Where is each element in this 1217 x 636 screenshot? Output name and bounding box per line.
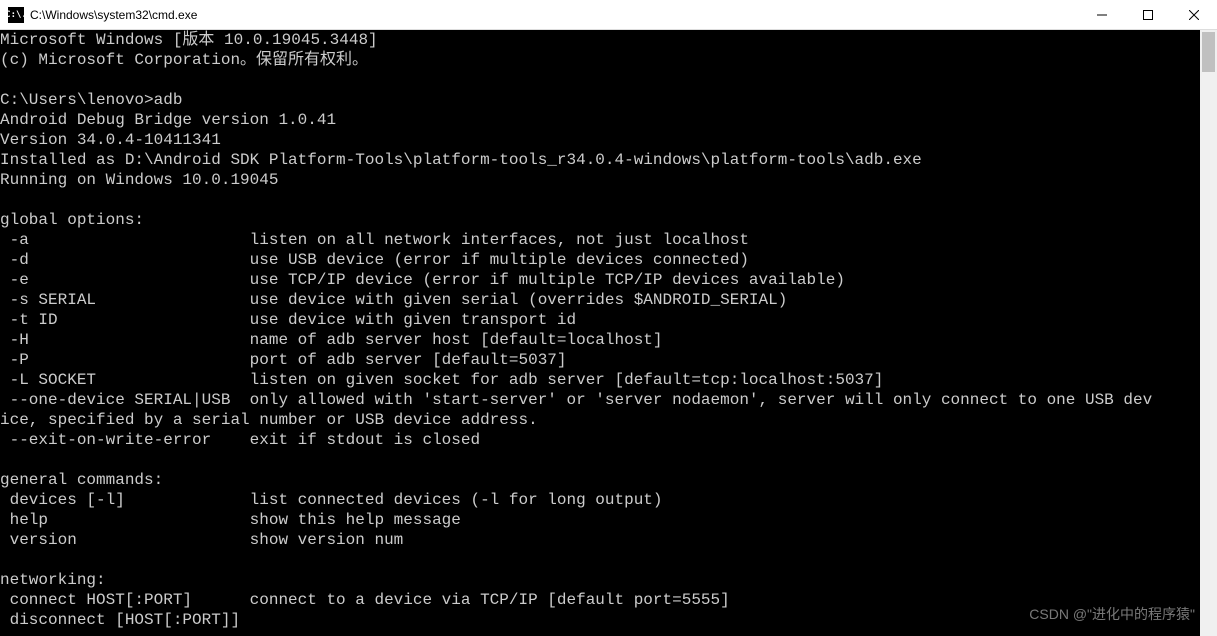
minimize-button[interactable]: [1079, 0, 1125, 29]
window-controls: [1079, 0, 1217, 29]
scrollbar-thumb[interactable]: [1202, 32, 1215, 72]
window-title: C:\Windows\system32\cmd.exe: [30, 8, 1079, 22]
vertical-scrollbar[interactable]: [1200, 30, 1217, 636]
close-icon: [1189, 10, 1199, 20]
terminal-area[interactable]: Microsoft Windows [版本 10.0.19045.3448] (…: [0, 30, 1217, 636]
cmd-icon: C:\.: [8, 7, 24, 23]
window-titlebar: C:\. C:\Windows\system32\cmd.exe: [0, 0, 1217, 30]
terminal-output[interactable]: Microsoft Windows [版本 10.0.19045.3448] (…: [0, 30, 1200, 636]
maximize-button[interactable]: [1125, 0, 1171, 29]
close-button[interactable]: [1171, 0, 1217, 29]
maximize-icon: [1143, 10, 1153, 20]
minimize-icon: [1097, 10, 1107, 20]
